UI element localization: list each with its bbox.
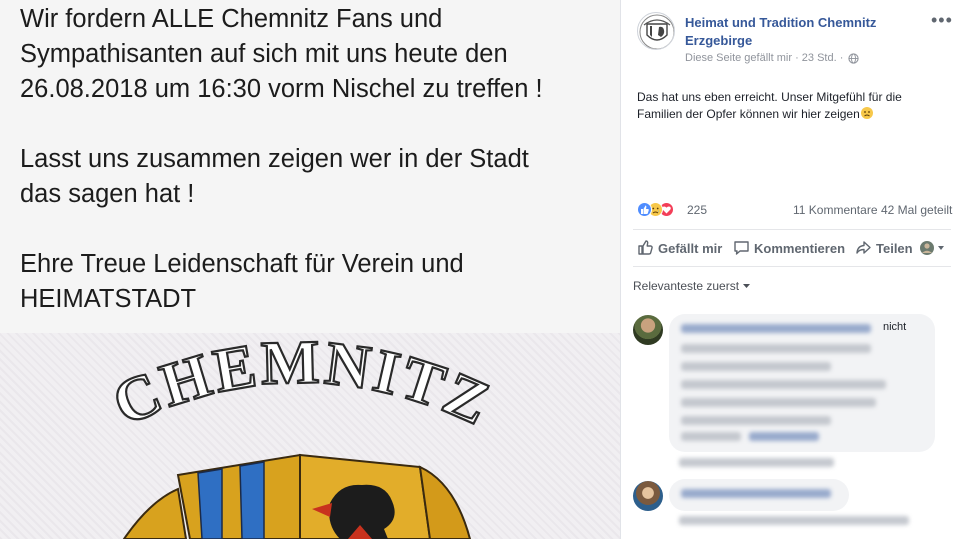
profile-avatar-dropdown-icon [920, 241, 944, 255]
share-arrow-icon [856, 241, 871, 254]
blurred-comment-actions[interactable] [679, 458, 834, 467]
page-name-link[interactable]: Heimat und Tradition Chemnitz Erzgebirge [685, 14, 905, 50]
globe-icon[interactable] [848, 52, 860, 64]
post-image-text: Wir fordern ALLE Chemnitz Fans und Sympa… [20, 2, 610, 352]
post-image-line: Sympathisanten auf sich mit uns heute de… [20, 40, 508, 68]
post-image-line: das sagen hat ! [20, 180, 195, 208]
blurred-comment-line [679, 516, 909, 525]
emblem-lettering: CHEMNITZ [103, 333, 501, 439]
blurred-comment-line [681, 432, 741, 441]
meta-separator: · [795, 52, 799, 65]
thumbs-up-icon [638, 240, 653, 255]
comment-button-label: Kommentieren [754, 241, 846, 256]
city-crest-icon [639, 14, 674, 49]
post-image-line: Ehre Treue Leidenschaft für Verein und [20, 250, 464, 278]
blurred-comment-line [681, 362, 831, 371]
chemnitz-crest-graphic: CHEMNITZ [102, 333, 501, 539]
blurred-author-name[interactable] [681, 489, 831, 498]
facebook-post-panel: Heimat und Tradition Chemnitz Erzgebirge… [620, 0, 960, 539]
comment-bubble [669, 479, 849, 511]
chemnitz-emblem: CHEMNITZ [0, 333, 620, 539]
post-image-line: Wir fordern ALLE Chemnitz Fans und [20, 5, 443, 33]
meta-separator: · [839, 52, 844, 65]
blurred-comment-line [681, 416, 831, 425]
blurred-comment-line [681, 398, 876, 407]
share-button[interactable]: Teilen [855, 239, 913, 256]
reactions-row: 225 11 Kommentare 42 Mal geteilt [637, 202, 957, 220]
share-button-label: Teilen [876, 241, 913, 256]
crest-left-shield [122, 453, 301, 539]
post-image-paragraph: Lasst uns zusammen zeigen wer in der Sta… [20, 142, 610, 212]
post-body: Das hat uns eben erreicht. Unser Mitgefü… [637, 89, 947, 123]
comment-sort-dropdown[interactable]: Relevanteste zuerst [633, 279, 751, 293]
post-image-paragraph: Ehre Treue Leidenschaft für Verein und H… [20, 247, 610, 317]
shares-count-link[interactable]: 42 Mal geteilt [881, 203, 952, 217]
reaction-count[interactable]: 225 [687, 203, 707, 217]
blurred-comment-line [681, 344, 871, 353]
post-timestamp[interactable]: 23 Std. [802, 52, 837, 64]
chevron-down-icon [743, 284, 751, 288]
sad-face-icon [860, 107, 873, 119]
post-image-line: Lasst uns zusammen zeigen wer in der Sta… [20, 145, 529, 173]
comment-author-avatar[interactable] [633, 315, 663, 345]
post-meta: Diese Seite gefällt mir · 23 Std. · [685, 52, 860, 65]
blurred-author-name[interactable] [681, 324, 871, 333]
post-image-line: 26.08.2018 um 16:30 vorm Nischel zu tref… [20, 75, 543, 103]
page-avatar[interactable] [637, 12, 675, 50]
comment-visible-fragment: nicht [883, 321, 907, 333]
blurred-comment-link[interactable] [749, 432, 819, 441]
comment-button[interactable]: Kommentieren [733, 239, 845, 256]
more-options-icon[interactable]: ••• [931, 10, 953, 31]
like-button[interactable]: Gefällt mir [637, 239, 722, 256]
post-actions-bar: Gefällt mir Kommentieren Teilen [633, 229, 951, 267]
like-reaction-icon[interactable] [637, 202, 652, 217]
comments-count-link[interactable]: 11 Kommentare [793, 203, 878, 217]
like-button-label: Gefällt mir [658, 241, 723, 256]
crest-right-shield [299, 453, 472, 539]
post-image-line: HEIMATSTADT [20, 285, 197, 313]
comment-bubble: nicht [669, 314, 935, 452]
page-liked-status[interactable]: Diese Seite gefällt mir [685, 52, 792, 64]
blurred-comment-line [681, 380, 886, 389]
comment-sort-label: Relevanteste zuerst [633, 279, 740, 293]
comment-bubble-icon [734, 241, 749, 255]
reaction-identity-selector[interactable] [919, 240, 951, 256]
post-image[interactable]: Wir fordern ALLE Chemnitz Fans und Sympa… [0, 0, 620, 539]
comment-author-avatar[interactable] [633, 481, 663, 511]
post-image-paragraph: Wir fordern ALLE Chemnitz Fans und Sympa… [20, 2, 610, 107]
